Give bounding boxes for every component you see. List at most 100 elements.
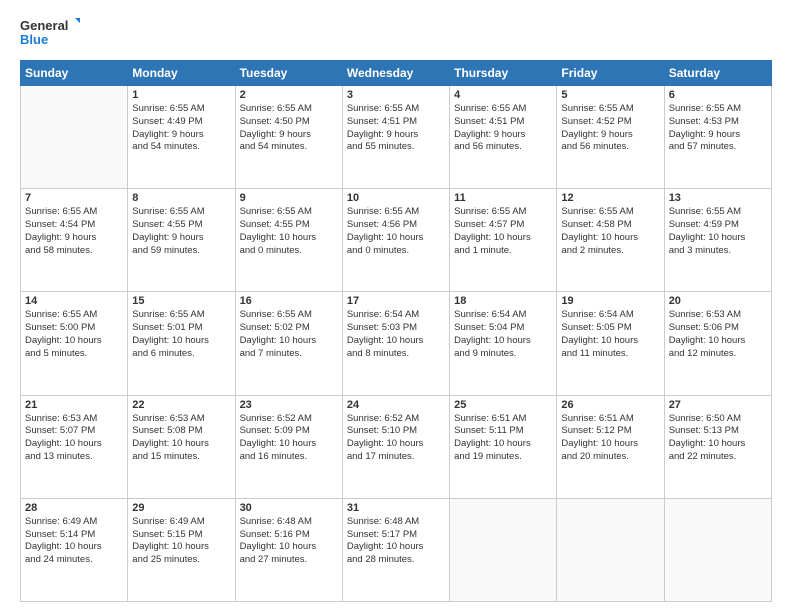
- day-number: 28: [25, 502, 123, 514]
- day-number: 21: [25, 399, 123, 411]
- day-number: 15: [132, 295, 230, 307]
- day-cell: 30 Sunrise: 6:48 AM Sunset: 5:16 PM Dayli…: [235, 498, 342, 601]
- day-cell: 23 Sunrise: 6:52 AM Sunset: 5:09 PM Dayli…: [235, 395, 342, 498]
- day-cell: 19 Sunrise: 6:54 AM Sunset: 5:05 PM Dayli…: [557, 292, 664, 395]
- day-number: 13: [669, 192, 767, 204]
- weekday-tuesday: Tuesday: [235, 61, 342, 86]
- day-number: 16: [240, 295, 338, 307]
- day-cell: 15 Sunrise: 6:55 AM Sunset: 5:01 PM Dayli…: [128, 292, 235, 395]
- day-cell: 20Sunrise: 6:53 AM Sunset: 5:06 PM Dayli…: [664, 292, 771, 395]
- day-info: Sunrise: 6:55 AM Sunset: 4:51 PM Dayligh…: [454, 103, 552, 154]
- day-cell: 13 Sunrise: 6:55 AM Sunset: 4:59 PM Dayli…: [664, 189, 771, 292]
- day-cell: 12 Sunrise: 6:55 AM Sunset: 4:58 PM Dayli…: [557, 189, 664, 292]
- day-info: Sunrise: 6:54 AM Sunset: 5:05 PM Dayligh…: [561, 309, 659, 360]
- day-cell: 1 Sunrise: 6:55 AM Sunset: 4:49 PM Daylig…: [128, 86, 235, 189]
- day-number: 3: [347, 89, 445, 101]
- day-info: Sunrise: 6:55 AM Sunset: 4:51 PM Dayligh…: [347, 103, 445, 154]
- day-cell: 21 Sunrise: 6:53 AM Sunset: 5:07 PM Dayli…: [21, 395, 128, 498]
- day-info: Sunrise: 6:55 AM Sunset: 4:54 PM Dayligh…: [25, 206, 123, 257]
- day-info: Sunrise: 6:53 AM Sunset: 5:06 PM Dayligh…: [669, 309, 767, 360]
- day-cell: 22Sunrise: 6:53 AM Sunset: 5:08 PM Dayli…: [128, 395, 235, 498]
- day-info: Sunrise: 6:55 AM Sunset: 5:01 PM Dayligh…: [132, 309, 230, 360]
- weekday-monday: Monday: [128, 61, 235, 86]
- day-info: Sunrise: 6:55 AM Sunset: 4:59 PM Dayligh…: [669, 206, 767, 257]
- day-number: 2: [240, 89, 338, 101]
- week-row-4: 21 Sunrise: 6:53 AM Sunset: 5:07 PM Dayli…: [21, 395, 772, 498]
- day-number: 9: [240, 192, 338, 204]
- day-cell: 28 Sunrise: 6:49 AM Sunset: 5:14 PM Dayli…: [21, 498, 128, 601]
- svg-text:General: General: [20, 18, 68, 33]
- day-number: 6: [669, 89, 767, 101]
- day-number: 12: [561, 192, 659, 204]
- day-info: Sunrise: 6:55 AM Sunset: 5:02 PM Dayligh…: [240, 309, 338, 360]
- calendar-table: SundayMondayTuesdayWednesdayThursdayFrid…: [20, 60, 772, 602]
- day-number: 10: [347, 192, 445, 204]
- day-cell: 27 Sunrise: 6:50 AM Sunset: 5:13 PM Dayli…: [664, 395, 771, 498]
- calendar-page: General Blue SundayMondayTuesdayWednesda…: [0, 0, 792, 612]
- day-cell: [557, 498, 664, 601]
- day-number: 14: [25, 295, 123, 307]
- day-info: Sunrise: 6:55 AM Sunset: 5:00 PM Dayligh…: [25, 309, 123, 360]
- day-cell: [664, 498, 771, 601]
- day-info: Sunrise: 6:50 AM Sunset: 5:13 PM Dayligh…: [669, 413, 767, 464]
- day-cell: 26 Sunrise: 6:51 AM Sunset: 5:12 PM Dayli…: [557, 395, 664, 498]
- day-number: 8: [132, 192, 230, 204]
- weekday-sunday: Sunday: [21, 61, 128, 86]
- day-number: 27: [669, 399, 767, 411]
- logo-svg: General Blue: [20, 16, 80, 52]
- day-cell: [21, 86, 128, 189]
- day-info: Sunrise: 6:54 AM Sunset: 5:03 PM Dayligh…: [347, 309, 445, 360]
- week-row-2: 7 Sunrise: 6:55 AM Sunset: 4:54 PM Daylig…: [21, 189, 772, 292]
- day-info: Sunrise: 6:55 AM Sunset: 4:50 PM Dayligh…: [240, 103, 338, 154]
- day-cell: 10 Sunrise: 6:55 AM Sunset: 4:56 PM Dayli…: [342, 189, 449, 292]
- weekday-wednesday: Wednesday: [342, 61, 449, 86]
- day-info: Sunrise: 6:49 AM Sunset: 5:15 PM Dayligh…: [132, 516, 230, 567]
- day-info: Sunrise: 6:55 AM Sunset: 4:58 PM Dayligh…: [561, 206, 659, 257]
- day-info: Sunrise: 6:49 AM Sunset: 5:14 PM Dayligh…: [25, 516, 123, 567]
- day-number: 1: [132, 89, 230, 101]
- day-cell: 7 Sunrise: 6:55 AM Sunset: 4:54 PM Daylig…: [21, 189, 128, 292]
- day-info: Sunrise: 6:55 AM Sunset: 4:56 PM Dayligh…: [347, 206, 445, 257]
- day-cell: 31 Sunrise: 6:48 AM Sunset: 5:17 PM Dayli…: [342, 498, 449, 601]
- day-number: 18: [454, 295, 552, 307]
- day-info: Sunrise: 6:55 AM Sunset: 4:52 PM Dayligh…: [561, 103, 659, 154]
- day-cell: 9 Sunrise: 6:55 AM Sunset: 4:55 PM Daylig…: [235, 189, 342, 292]
- day-cell: 6Sunrise: 6:55 AM Sunset: 4:53 PM Daylig…: [664, 86, 771, 189]
- day-info: Sunrise: 6:52 AM Sunset: 5:09 PM Dayligh…: [240, 413, 338, 464]
- header: General Blue: [20, 16, 772, 52]
- day-info: Sunrise: 6:48 AM Sunset: 5:17 PM Dayligh…: [347, 516, 445, 567]
- day-number: 26: [561, 399, 659, 411]
- day-cell: 29 Sunrise: 6:49 AM Sunset: 5:15 PM Dayli…: [128, 498, 235, 601]
- day-cell: 14 Sunrise: 6:55 AM Sunset: 5:00 PM Dayli…: [21, 292, 128, 395]
- day-info: Sunrise: 6:51 AM Sunset: 5:12 PM Dayligh…: [561, 413, 659, 464]
- day-number: 4: [454, 89, 552, 101]
- day-number: 29: [132, 502, 230, 514]
- day-number: 22: [132, 399, 230, 411]
- day-number: 7: [25, 192, 123, 204]
- weekday-header-row: SundayMondayTuesdayWednesdayThursdayFrid…: [21, 61, 772, 86]
- day-cell: 25 Sunrise: 6:51 AM Sunset: 5:11 PM Dayli…: [450, 395, 557, 498]
- day-cell: 17Sunrise: 6:54 AM Sunset: 5:03 PM Dayli…: [342, 292, 449, 395]
- week-row-5: 28 Sunrise: 6:49 AM Sunset: 5:14 PM Dayli…: [21, 498, 772, 601]
- weekday-saturday: Saturday: [664, 61, 771, 86]
- day-info: Sunrise: 6:55 AM Sunset: 4:49 PM Dayligh…: [132, 103, 230, 154]
- day-cell: 5 Sunrise: 6:55 AM Sunset: 4:52 PM Daylig…: [557, 86, 664, 189]
- day-number: 19: [561, 295, 659, 307]
- day-info: Sunrise: 6:53 AM Sunset: 5:07 PM Dayligh…: [25, 413, 123, 464]
- day-number: 25: [454, 399, 552, 411]
- day-cell: 24Sunrise: 6:52 AM Sunset: 5:10 PM Dayli…: [342, 395, 449, 498]
- calendar-body: 1 Sunrise: 6:55 AM Sunset: 4:49 PM Daylig…: [21, 86, 772, 602]
- week-row-1: 1 Sunrise: 6:55 AM Sunset: 4:49 PM Daylig…: [21, 86, 772, 189]
- day-number: 31: [347, 502, 445, 514]
- day-number: 23: [240, 399, 338, 411]
- day-info: Sunrise: 6:55 AM Sunset: 4:55 PM Dayligh…: [240, 206, 338, 257]
- day-cell: 8Sunrise: 6:55 AM Sunset: 4:55 PM Daylig…: [128, 189, 235, 292]
- day-info: Sunrise: 6:48 AM Sunset: 5:16 PM Dayligh…: [240, 516, 338, 567]
- day-cell: [450, 498, 557, 601]
- day-info: Sunrise: 6:51 AM Sunset: 5:11 PM Dayligh…: [454, 413, 552, 464]
- day-cell: 18Sunrise: 6:54 AM Sunset: 5:04 PM Dayli…: [450, 292, 557, 395]
- day-number: 5: [561, 89, 659, 101]
- day-number: 30: [240, 502, 338, 514]
- day-cell: 3 Sunrise: 6:55 AM Sunset: 4:51 PM Daylig…: [342, 86, 449, 189]
- weekday-friday: Friday: [557, 61, 664, 86]
